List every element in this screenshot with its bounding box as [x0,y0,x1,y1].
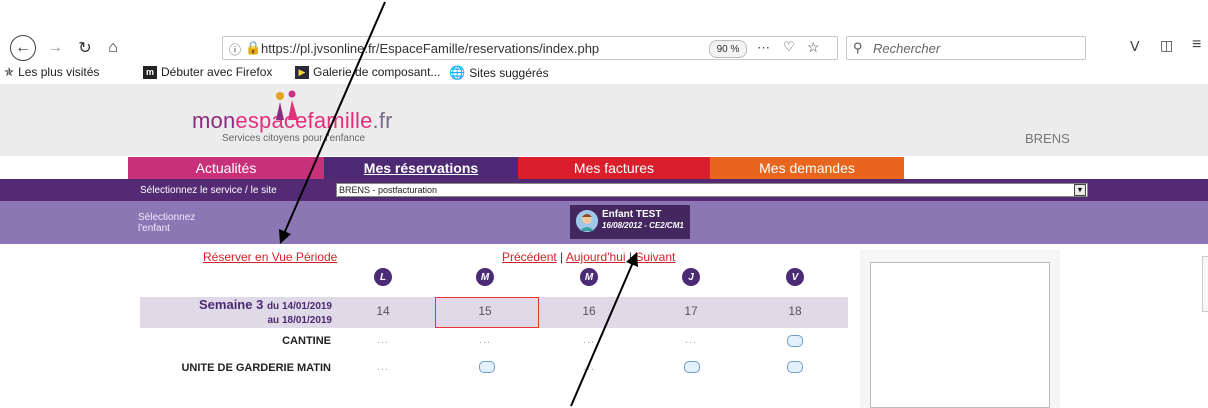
annotation-arrows [279,1,638,407]
annotation-arrow-2 [570,252,638,407]
annotation-arrow-1 [279,1,386,244]
